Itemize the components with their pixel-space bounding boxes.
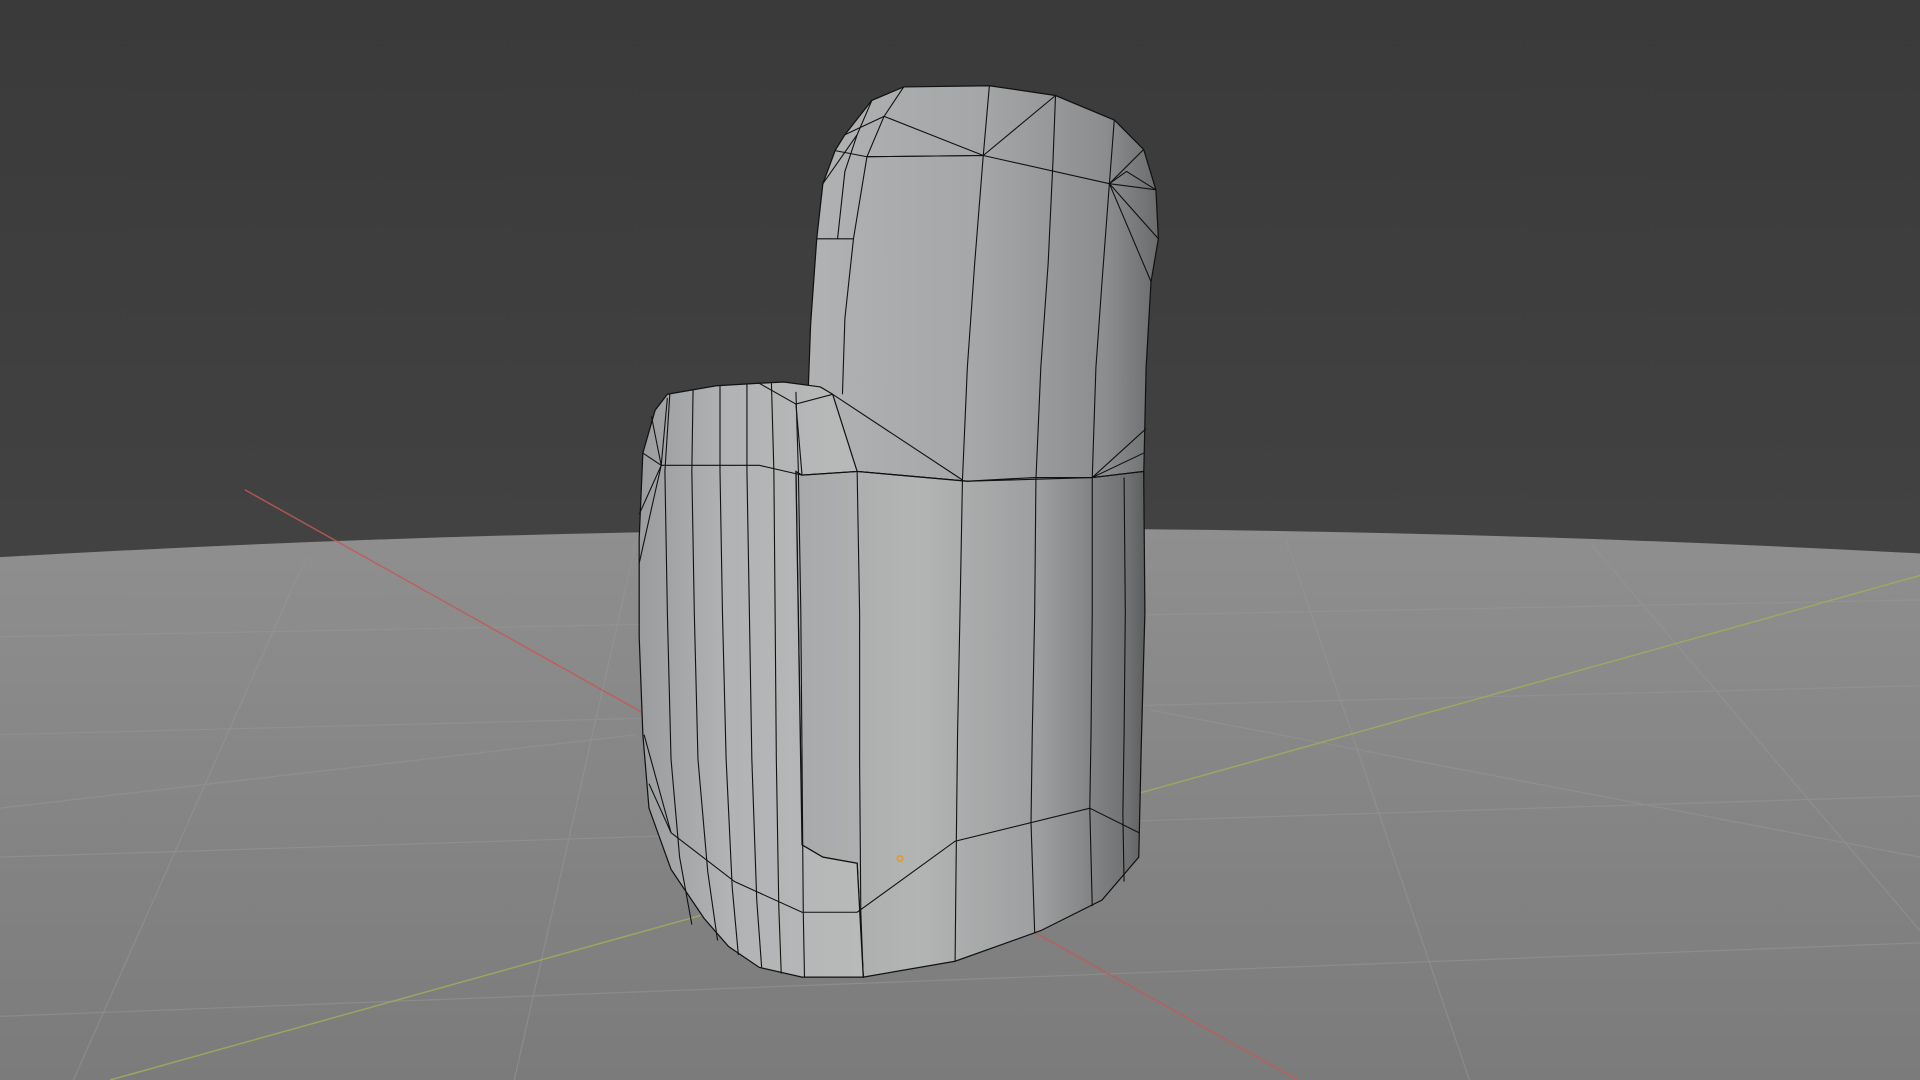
mesh-tower[interactable] [807,85,1159,482]
viewport-canvas[interactable] [0,0,1920,1080]
3d-viewport[interactable] [0,0,1920,1080]
